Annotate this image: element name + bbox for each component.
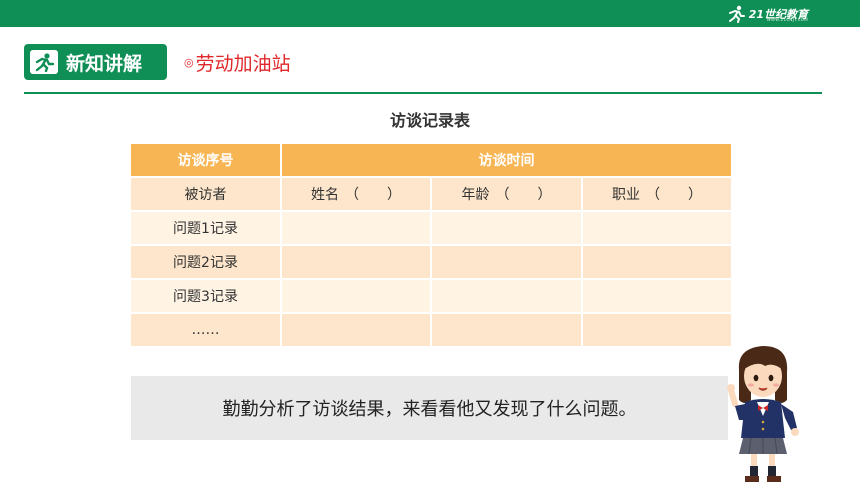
target-bullet-icon: ◎ xyxy=(184,55,194,69)
field-label: 职业 xyxy=(612,187,640,203)
table-cell[interactable] xyxy=(430,312,583,348)
caption-text: 勤勤分析了访谈结果，来看看他又发现了什么问题。 xyxy=(222,399,637,420)
brand-url: WWW.21CNJY.COM xyxy=(766,17,808,22)
row-label: …… xyxy=(129,312,282,348)
field-open-paren: （ xyxy=(345,187,359,203)
subtitle-text: 劳动加油站 xyxy=(195,52,291,75)
runner-logo-icon xyxy=(728,5,745,23)
row-label: 问题2记录 xyxy=(129,244,282,280)
student-character-illustration xyxy=(727,346,799,482)
field-close-paren: ） xyxy=(537,187,552,203)
field-cell-occupation[interactable]: 职业 （ ） xyxy=(580,176,734,212)
field-open-paren: （ xyxy=(495,187,510,203)
table-cell[interactable] xyxy=(430,210,583,246)
field-open-paren: （ xyxy=(646,187,660,203)
runner-icon xyxy=(30,50,58,74)
section-label: 新知讲解 xyxy=(66,52,143,75)
table-row: 问题2记录 xyxy=(129,244,734,280)
row-label: 被访者 xyxy=(129,176,282,212)
section-subtitle: ◎ 劳动加油站 xyxy=(184,48,291,76)
brand-logo: 21世纪教育 WWW.21CNJY.COM xyxy=(726,3,808,25)
field-label: 姓名 xyxy=(311,187,339,203)
table-cell[interactable] xyxy=(280,244,432,280)
table-cell[interactable] xyxy=(280,278,432,314)
table-header-row: 访谈序号 访谈时间 xyxy=(129,142,734,178)
table-cell[interactable] xyxy=(580,244,734,280)
table-cell[interactable] xyxy=(280,210,432,246)
table-cell[interactable] xyxy=(580,278,734,314)
table-cell[interactable] xyxy=(580,210,734,246)
caption-banner: 勤勤分析了访谈结果，来看看他又发现了什么问题。 xyxy=(131,376,728,440)
interview-record-table: 访谈序号 访谈时间 被访者 姓名 （ ） 年龄 （ ） 职业 （ ） 问题1记录 问题2记录… xyxy=(129,142,734,348)
field-label: 年龄 xyxy=(461,187,490,203)
header-divider xyxy=(24,92,822,94)
field-cell-name[interactable]: 姓名 （ ） xyxy=(280,176,432,212)
table-row: …… xyxy=(129,312,734,348)
field-cell-age[interactable]: 年龄 （ ） xyxy=(430,176,583,212)
section-badge: 新知讲解 xyxy=(24,44,167,80)
header-cell-number: 访谈序号 xyxy=(129,142,282,178)
field-close-paren: ） xyxy=(387,187,401,203)
table-row-interviewee: 被访者 姓名 （ ） 年龄 （ ） 职业 （ ） xyxy=(129,176,734,212)
table-cell[interactable] xyxy=(430,278,583,314)
table-row: 问题3记录 xyxy=(129,278,734,314)
header-cell-time: 访谈时间 xyxy=(279,142,734,178)
field-close-paren: ） xyxy=(688,187,702,203)
table-cell[interactable] xyxy=(280,312,432,348)
table-cell[interactable] xyxy=(430,244,583,280)
top-bar: 21世纪教育 WWW.21CNJY.COM xyxy=(0,0,860,27)
table-row: 问题1记录 xyxy=(129,210,734,246)
row-label: 问题1记录 xyxy=(129,210,282,246)
table-title: 访谈记录表 xyxy=(389,111,470,130)
row-label: 问题3记录 xyxy=(129,278,282,314)
table-cell[interactable] xyxy=(580,312,734,348)
